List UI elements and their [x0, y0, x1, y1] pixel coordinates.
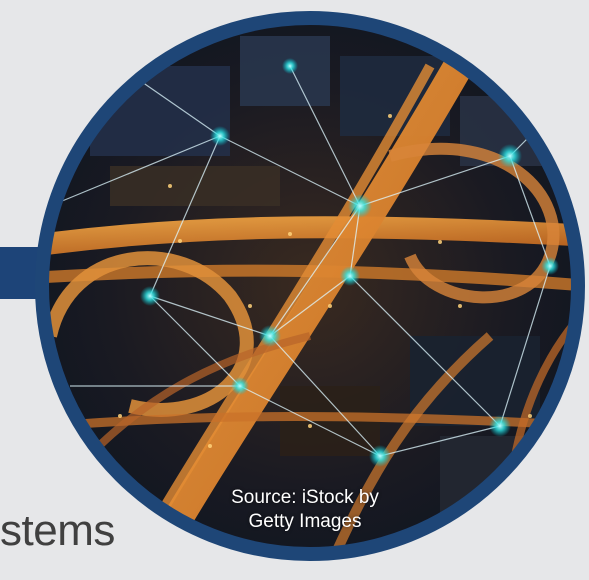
caption-line-1: Source: iStock by: [231, 487, 379, 508]
caption-line-2: Getty Images: [248, 511, 362, 532]
partial-heading: stems: [0, 506, 115, 555]
photo-source-caption: Source: iStock by Getty Images: [218, 486, 392, 534]
city-interchange-photo: [35, 11, 585, 561]
circular-photo: [30, 6, 589, 566]
